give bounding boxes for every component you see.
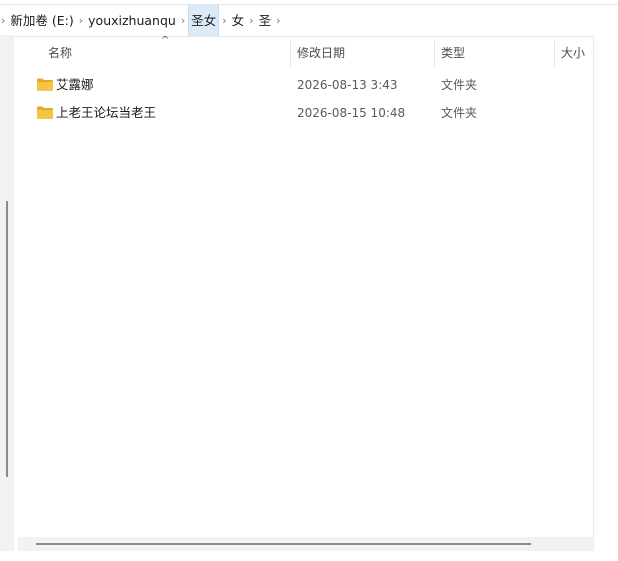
address-bar[interactable]: › 新加卷 (E:) › youxizhuanqu › 圣女 › 女 › 圣 ›: [0, 4, 618, 37]
breadcrumb: › 新加卷 (E:) › youxizhuanqu › 圣女 › 女 › 圣 ›: [0, 5, 284, 36]
folder-icon: [37, 78, 53, 91]
file-modified-date: 2026-08-15 10:48: [297, 106, 406, 120]
column-header-size[interactable]: 大小: [561, 37, 585, 69]
column-header: ^ 名称 修改日期 类型 大小: [18, 35, 593, 69]
navigation-pane-scrollbar[interactable]: [0, 35, 14, 551]
file-modified-date: 2026-08-13 3:43: [297, 78, 398, 92]
breadcrumb-separator-icon[interactable]: ›: [76, 5, 86, 36]
file-type: 文件夹: [441, 78, 478, 92]
breadcrumb-item-nv[interactable]: 女: [230, 5, 247, 36]
column-divider[interactable]: [290, 41, 291, 67]
list-item[interactable]: 艾露娜 2026-08-13 3:43 文件夹: [18, 71, 593, 99]
column-header-type[interactable]: 类型: [441, 37, 465, 69]
column-divider[interactable]: [434, 41, 435, 67]
breadcrumb-separator-icon[interactable]: ›: [178, 5, 188, 36]
column-divider[interactable]: [554, 41, 555, 67]
file-explorer-window: › 新加卷 (E:) › youxizhuanqu › 圣女 › 女 › 圣 ›…: [0, 0, 618, 561]
file-type: 文件夹: [441, 106, 478, 120]
breadcrumb-separator-icon[interactable]: ›: [273, 5, 283, 36]
breadcrumb-item-sheng[interactable]: 圣: [257, 5, 274, 36]
sort-ascending-icon: ^: [161, 35, 170, 46]
folder-icon: [37, 106, 53, 119]
list-item[interactable]: 上老王论坛当老王 2026-08-15 10:48 文件夹: [18, 99, 593, 127]
column-header-name[interactable]: 名称: [48, 37, 72, 69]
file-list: 艾露娜 2026-08-13 3:43 文件夹 上老王论坛当老王 2026-08…: [18, 71, 593, 127]
breadcrumb-separator-icon[interactable]: ›: [0, 5, 8, 36]
breadcrumb-item-youxizhuanqu[interactable]: youxizhuanqu: [86, 5, 178, 36]
breadcrumb-separator-icon[interactable]: ›: [246, 5, 256, 36]
file-name: 艾露娜: [56, 77, 94, 92]
column-header-modified[interactable]: 修改日期: [297, 37, 345, 69]
details-pane-edge: [593, 35, 618, 551]
breadcrumb-item-drive[interactable]: 新加卷 (E:): [8, 5, 75, 36]
file-name: 上老王论坛当老王: [56, 105, 157, 120]
breadcrumb-separator-icon[interactable]: ›: [219, 5, 229, 36]
breadcrumb-item-shengnv[interactable]: 圣女: [188, 5, 220, 36]
scrollbar-thumb[interactable]: [36, 543, 531, 545]
bottom-area: [0, 551, 618, 561]
horizontal-scrollbar[interactable]: [18, 537, 593, 551]
scrollbar-thumb[interactable]: [6, 201, 8, 477]
